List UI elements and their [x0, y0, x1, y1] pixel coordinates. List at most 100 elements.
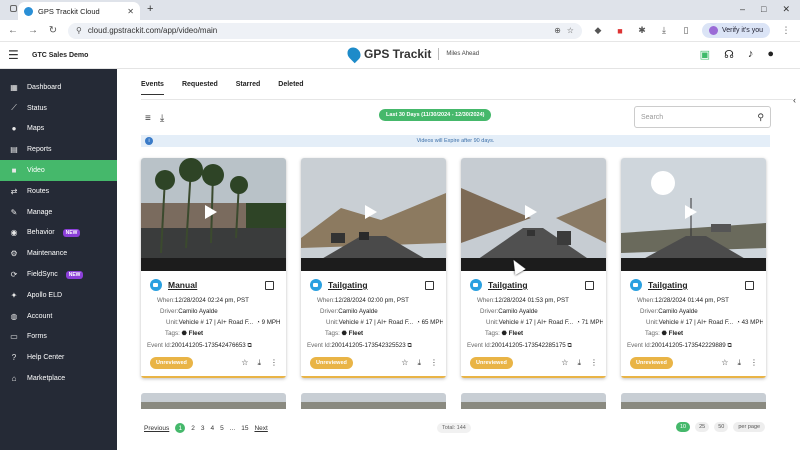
sidebar-item-maps[interactable]: ● Maps: [0, 119, 117, 140]
headset-icon[interactable]: ☊: [724, 48, 734, 61]
sidebar-item-fieldsync[interactable]: ⟳ FieldSync NEW: [0, 264, 117, 285]
video-thumbnail[interactable]: [141, 158, 286, 271]
sidebar-item-dashboard[interactable]: ▦ Dashboard: [0, 77, 117, 98]
more-options-icon[interactable]: ⋮: [750, 358, 758, 368]
video-thumbnail[interactable]: [461, 158, 606, 271]
chat-icon[interactable]: ▣: [700, 48, 710, 61]
extension-red-icon[interactable]: ■: [614, 26, 626, 36]
more-options-icon[interactable]: ⋮: [430, 358, 438, 368]
page-2[interactable]: 2: [191, 425, 195, 432]
sidepanel-icon[interactable]: ▯: [680, 25, 692, 36]
zoom-icon[interactable]: ⊕: [554, 26, 561, 35]
per-page-10[interactable]: 10: [676, 422, 691, 432]
sidebar-item-video[interactable]: ■ Video: [0, 160, 117, 181]
sidebar-item-routes[interactable]: ⇄ Routes: [0, 181, 117, 202]
search-input[interactable]: Search: [641, 114, 757, 121]
sidebar-item-marketplace[interactable]: ⌂ Marketplace: [0, 368, 117, 389]
download-icon[interactable]: ⤓: [257, 358, 261, 368]
sidebar-item-status[interactable]: ⟋ Status: [0, 98, 117, 119]
sidebar-item-forms[interactable]: ▭ Forms: [0, 327, 117, 348]
sidebar-item-maintenance[interactable]: ⚙ Maintenance: [0, 243, 117, 264]
maximize-button[interactable]: □: [761, 4, 766, 15]
per-page-50[interactable]: 50: [714, 422, 729, 432]
copy-icon[interactable]: ⧉: [247, 342, 251, 349]
tab-search-icon[interactable]: [10, 5, 17, 12]
video-thumbnail-partial[interactable]: [461, 393, 606, 409]
event-type-link[interactable]: Tailgating: [648, 280, 688, 290]
reload-icon[interactable]: ↻: [48, 25, 58, 36]
video-thumbnail-partial[interactable]: [621, 393, 766, 409]
play-icon[interactable]: [685, 205, 697, 219]
collapse-chevron-icon[interactable]: ‹: [793, 95, 796, 105]
sidebar-item-help-center[interactable]: ? Help Center: [0, 347, 117, 368]
back-icon[interactable]: ←: [8, 25, 18, 36]
menu-dots-icon[interactable]: ⋮: [780, 25, 792, 36]
sidebar-item-reports[interactable]: ▤ Reports: [0, 139, 117, 160]
event-type-link[interactable]: Tailgating: [328, 280, 368, 290]
copy-icon[interactable]: ⧉: [567, 342, 571, 349]
star-icon[interactable]: ☆: [401, 358, 408, 368]
sidebar-item-manage[interactable]: ✎ Manage: [0, 202, 117, 223]
tab-requested[interactable]: Requested: [182, 81, 218, 95]
more-options-icon[interactable]: ⋮: [270, 358, 278, 368]
download-icon[interactable]: ⤓: [737, 358, 741, 368]
page-4[interactable]: 4: [211, 425, 215, 432]
close-tab-icon[interactable]: ✕: [127, 7, 134, 16]
search-icon[interactable]: ⚲: [757, 112, 764, 123]
site-info-icon[interactable]: ⚲: [76, 26, 82, 35]
play-icon[interactable]: [205, 205, 217, 219]
tab-deleted[interactable]: Deleted: [278, 81, 303, 95]
select-checkbox[interactable]: [425, 281, 434, 290]
page-15[interactable]: 15: [241, 425, 248, 432]
download-icon[interactable]: ⤓: [417, 358, 421, 368]
video-thumbnail-partial[interactable]: [141, 393, 286, 409]
video-event-card[interactable]: Tailgating When:12/28/2024 02:00 pm, PST D…: [301, 158, 446, 378]
play-icon[interactable]: [525, 205, 537, 219]
per-page-25[interactable]: 25: [695, 422, 710, 432]
tab-starred[interactable]: Starred: [236, 81, 261, 95]
next-link[interactable]: Next: [254, 425, 267, 432]
user-icon[interactable]: ●: [767, 48, 774, 61]
video-event-card[interactable]: Tailgating When:12/28/2024 01:44 pm, PST D…: [621, 158, 766, 378]
video-thumbnail[interactable]: [301, 158, 446, 271]
video-event-card[interactable]: Manual When:12/28/2024 02:24 pm, PST Drive…: [141, 158, 286, 378]
puzzle-icon[interactable]: ✱: [636, 25, 648, 36]
select-checkbox[interactable]: [585, 281, 594, 290]
event-type-link[interactable]: Tailgating: [488, 280, 528, 290]
star-icon[interactable]: ☆: [561, 358, 568, 368]
date-range-badge[interactable]: Last 30 Days (11/30/2024 - 12/30/2024): [379, 109, 492, 121]
search-box[interactable]: Search ⚲: [634, 106, 771, 128]
select-checkbox[interactable]: [265, 281, 274, 290]
hamburger-icon[interactable]: ☰: [8, 48, 22, 62]
new-tab-button[interactable]: +: [147, 3, 153, 15]
export-download-icon[interactable]: ⤓: [160, 113, 164, 124]
forward-icon[interactable]: →: [28, 25, 38, 36]
tab-events[interactable]: Events: [141, 81, 164, 95]
download-icon[interactable]: ⤓: [658, 25, 670, 36]
star-icon[interactable]: ☆: [241, 358, 248, 368]
sidebar-item-apollo-eld[interactable]: ✦ Apollo ELD: [0, 285, 117, 306]
address-bar[interactable]: ⚲ cloud.gpstrackit.com/app/video/main ⊕ …: [68, 22, 582, 39]
sidebar-item-behavior[interactable]: ◉ Behavior NEW: [0, 223, 117, 244]
event-type-link[interactable]: Manual: [168, 280, 197, 290]
more-options-icon[interactable]: ⋮: [590, 358, 598, 368]
extension-icon[interactable]: ◆: [592, 25, 604, 36]
page-5[interactable]: 5: [220, 425, 224, 432]
select-checkbox[interactable]: [745, 281, 754, 290]
video-thumbnail[interactable]: [621, 158, 766, 271]
close-window-button[interactable]: ✕: [782, 4, 790, 15]
download-icon[interactable]: ⤓: [577, 358, 581, 368]
star-icon[interactable]: ☆: [721, 358, 728, 368]
bookmark-star-icon[interactable]: ☆: [567, 26, 574, 35]
previous-link[interactable]: Previous: [144, 425, 169, 432]
page-3[interactable]: 3: [201, 425, 205, 432]
sidebar-item-account[interactable]: ◍ Account: [0, 306, 117, 327]
video-event-card[interactable]: Tailgating When:12/28/2024 01:53 pm, PST D…: [461, 158, 606, 378]
minimize-button[interactable]: –: [740, 4, 745, 15]
filter-icon[interactable]: ≡: [145, 113, 151, 124]
page-1[interactable]: 1: [175, 423, 186, 433]
copy-icon[interactable]: ⧉: [407, 342, 411, 349]
verify-button[interactable]: Verify it's you: [701, 23, 770, 38]
video-thumbnail-partial[interactable]: [301, 393, 446, 409]
copy-icon[interactable]: ⧉: [727, 342, 731, 349]
